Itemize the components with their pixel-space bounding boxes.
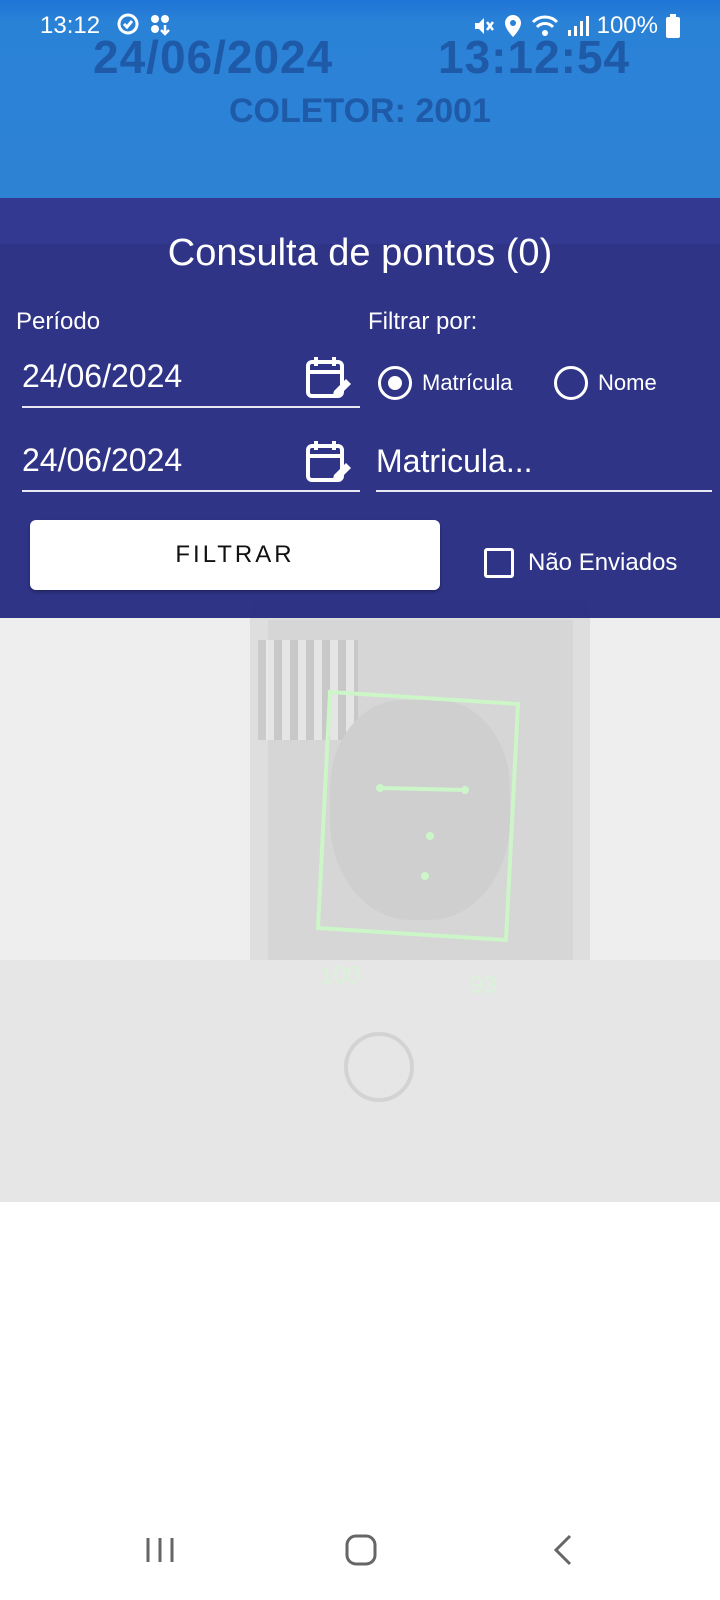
status-icons-left — [116, 12, 172, 36]
filtrar-button[interactable]: FILTRAR — [30, 520, 440, 590]
filter-panel: Consulta de pontos (0) Período Filtrar p… — [0, 198, 720, 618]
header-coletor: COLETOR: 2001 — [228, 92, 491, 130]
status-time: 13:12 — [40, 12, 101, 39]
nao-enviados-checkbox[interactable]: Não Enviados — [484, 548, 677, 578]
battery-percent: 100% — [596, 12, 658, 39]
date-start-field[interactable]: 24/06/2024 — [22, 348, 360, 408]
date-end-value: 24/06/2024 — [22, 442, 183, 478]
date-end-field[interactable]: 24/06/2024 — [22, 432, 360, 492]
app-screen: 24/06/2024 13:12:54 COLETOR: 2001 13:12 — [0, 0, 720, 1600]
mute-icon — [474, 18, 494, 34]
filtrar-por-label: Filtrar por: — [368, 308, 478, 335]
battery-icon — [666, 14, 680, 38]
home-icon[interactable] — [336, 1530, 386, 1570]
app-icon — [151, 15, 170, 36]
face-score-right: 93 — [470, 972, 497, 999]
radio-matricula[interactable]: Matrícula — [378, 366, 512, 400]
signal-icon — [567, 16, 589, 36]
face-score-left: 100 — [320, 962, 361, 989]
periodo-label: Período — [16, 308, 101, 335]
location-icon — [504, 15, 521, 37]
wifi-icon — [531, 15, 558, 36]
matricula-input[interactable] — [376, 432, 712, 492]
checkbox-icon[interactable] — [484, 548, 514, 578]
nao-enviados-label: Não Enviados — [528, 549, 678, 576]
calendar-edit-icon[interactable] — [304, 438, 354, 488]
camera-shutter-shape — [344, 1032, 414, 1102]
navigation-bar — [0, 1500, 720, 1600]
status-icons-right: 100% — [471, 12, 680, 40]
radio-unchecked-icon[interactable] — [554, 366, 588, 400]
radio-nome[interactable]: Nome — [554, 366, 657, 400]
panel-title: Consulta de pontos (0) — [167, 232, 553, 274]
date-start-value: 24/06/2024 — [22, 358, 183, 394]
radio-matricula-label: Matrícula — [422, 370, 513, 395]
status-bar: 13:12 100% — [0, 0, 720, 52]
back-icon[interactable] — [540, 1530, 590, 1570]
calendar-edit-icon[interactable] — [304, 354, 354, 404]
recents-icon[interactable] — [136, 1530, 186, 1570]
sync-icon — [117, 13, 139, 35]
radio-checked-icon[interactable] — [378, 366, 412, 400]
radio-nome-label: Nome — [598, 370, 657, 395]
